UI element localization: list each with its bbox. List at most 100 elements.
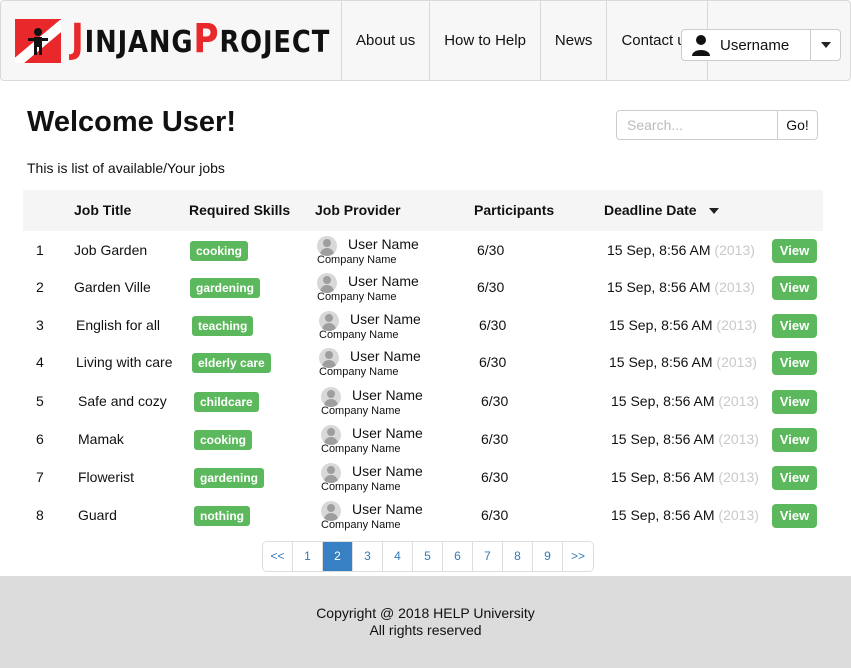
brand-logo[interactable]: JINJANGPROJECT — [15, 16, 372, 65]
username-label: Username — [720, 36, 790, 54]
search-input[interactable] — [616, 110, 777, 140]
deadline-date: 15 Sep, 8:56 AM (2013) — [611, 469, 759, 485]
deadline-year: (2013) — [718, 393, 759, 409]
footer-copyright: Copyright @ 2018 HELP University — [316, 605, 535, 621]
nav-news[interactable]: News — [539, 1, 607, 80]
table-row: 1 Job Garden cooking User Name Company Name 6… — [0, 236, 851, 277]
footer: Copyright @ 2018 HELP University All rig… — [0, 576, 851, 668]
page-3[interactable]: 3 — [353, 542, 383, 571]
provider-company: Company Name — [321, 519, 401, 531]
view-button[interactable]: View — [772, 276, 817, 300]
avatar-icon — [319, 311, 339, 331]
row-number: 3 — [36, 317, 44, 333]
col-job-title: Job Title — [74, 202, 132, 218]
participants-count: 6/30 — [479, 354, 507, 370]
page-title: Welcome User! — [27, 106, 236, 138]
pagination: << 1 2 3 4 5 6 7 8 9 >> — [262, 541, 594, 572]
row-number: 5 — [36, 393, 44, 409]
view-button[interactable]: View — [772, 466, 817, 490]
table-row: 4 Living with care elderly care User Name Co… — [0, 348, 851, 389]
row-number: 6 — [36, 431, 44, 447]
job-title: Mamak — [78, 431, 124, 447]
avatar-icon — [319, 348, 339, 368]
deadline-year: (2013) — [718, 469, 759, 485]
col-participants: Participants — [474, 202, 555, 218]
table-row: 8 Guard nothing User Name Company Name 6/30 15… — [0, 501, 851, 542]
provider-company: Company Name — [319, 329, 399, 341]
table-row: 7 Flowerist gardening User Name Company Name… — [0, 463, 851, 504]
participants-count: 6/30 — [477, 279, 505, 295]
skill-badge: gardening — [194, 468, 265, 488]
col-job-provider: Job Provider — [315, 202, 401, 218]
page-4[interactable]: 4 — [383, 542, 413, 571]
row-number: 2 — [36, 279, 44, 295]
skill-badge: teaching — [192, 316, 254, 336]
page-9[interactable]: 9 — [533, 542, 563, 571]
view-button[interactable]: View — [772, 351, 817, 375]
page-7[interactable]: 7 — [473, 542, 503, 571]
provider-company: Company Name — [319, 366, 399, 378]
nav-menu: About us How to Help News Contact us — [341, 1, 709, 80]
sort-down-icon[interactable] — [709, 208, 719, 214]
provider-name: User Name — [352, 387, 423, 403]
avatar-icon — [317, 273, 337, 293]
avatar-icon — [321, 501, 341, 521]
provider-company: Company Name — [321, 443, 401, 455]
view-button[interactable]: View — [772, 390, 817, 414]
page-subtitle: This is list of available/Your jobs — [27, 160, 225, 176]
participants-count: 6/30 — [479, 317, 507, 333]
job-title: Garden Ville — [74, 279, 151, 295]
deadline-date: 15 Sep, 8:56 AM (2013) — [607, 242, 755, 258]
job-title: Job Garden — [74, 242, 148, 258]
deadline-year: (2013) — [716, 354, 757, 370]
page-6[interactable]: 6 — [443, 542, 473, 571]
skill-badge: elderly care — [192, 353, 271, 373]
table-row: 6 Mamak cooking User Name Company Name 6/30 15… — [0, 425, 851, 466]
page-2[interactable]: 2 — [323, 542, 353, 571]
search-go-button[interactable]: Go! — [777, 110, 818, 140]
avatar-icon — [321, 463, 341, 483]
skill-badge: childcare — [194, 392, 259, 412]
deadline-date: 15 Sep, 8:56 AM (2013) — [607, 279, 755, 295]
jinjang-logo-icon — [15, 19, 61, 63]
col-deadline-date[interactable]: Deadline Date — [604, 202, 697, 218]
user-icon — [690, 34, 712, 56]
job-title: Safe and cozy — [78, 393, 167, 409]
job-title: English for all — [76, 317, 161, 333]
navbar: JINJANGPROJECT About us How to Help News… — [0, 0, 851, 81]
skill-badge: nothing — [194, 506, 250, 526]
table-header: Job Title Required Skills Job Provider P… — [23, 190, 823, 231]
avatar-icon — [317, 236, 337, 256]
view-button[interactable]: View — [772, 239, 817, 263]
table-row: 2 Garden Ville gardening User Name Company N… — [0, 273, 851, 314]
page-prev[interactable]: << — [263, 542, 293, 571]
participants-count: 6/30 — [481, 393, 509, 409]
provider-name: User Name — [350, 348, 421, 364]
provider-company: Company Name — [321, 405, 401, 417]
view-button[interactable]: View — [772, 428, 817, 452]
provider-name: User Name — [348, 273, 419, 289]
provider-name: User Name — [350, 311, 421, 327]
footer-rights: All rights reserved — [369, 622, 482, 638]
deadline-date: 15 Sep, 8:56 AM (2013) — [609, 354, 757, 370]
provider-name: User Name — [352, 463, 423, 479]
brand-name: JINJANGPROJECT — [71, 16, 331, 62]
page-1[interactable]: 1 — [293, 542, 323, 571]
chevron-down-icon[interactable] — [810, 30, 840, 60]
participants-count: 6/30 — [481, 469, 509, 485]
page-5[interactable]: 5 — [413, 542, 443, 571]
page-next[interactable]: >> — [563, 542, 593, 571]
view-button[interactable]: View — [772, 504, 817, 528]
row-number: 8 — [36, 507, 44, 523]
user-dropdown[interactable]: Username — [681, 29, 841, 61]
table-row: 3 English for all teaching User Name Company… — [0, 311, 851, 352]
deadline-year: (2013) — [714, 279, 755, 295]
skill-badge: cooking — [194, 430, 253, 450]
table-row: 5 Safe and cozy childcare User Name Company … — [0, 387, 851, 428]
nav-about-us[interactable]: About us — [341, 1, 429, 80]
nav-how-to-help[interactable]: How to Help — [429, 1, 540, 80]
row-number: 1 — [36, 242, 44, 258]
page-8[interactable]: 8 — [503, 542, 533, 571]
view-button[interactable]: View — [772, 314, 817, 338]
row-number: 4 — [36, 354, 44, 370]
